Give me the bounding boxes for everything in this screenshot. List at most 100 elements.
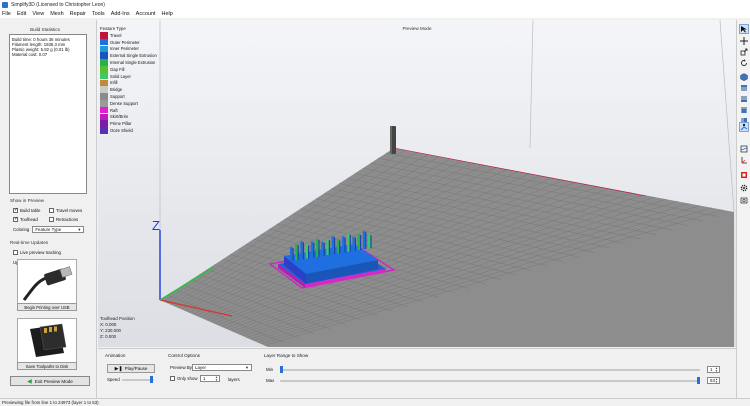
legend-label: Skirt/Brim xyxy=(110,114,129,120)
window-title: Simplify3D (Licensed to Christopher Leon… xyxy=(11,1,105,8)
gear-icon[interactable] xyxy=(739,183,749,193)
build-statistics-box: Build time: 0 hours 36 minutes Filament … xyxy=(9,34,87,194)
speed-slider-thumb[interactable] xyxy=(150,376,154,383)
travel-moves-option[interactable]: Travel moves xyxy=(49,208,82,213)
usb-cable-icon xyxy=(22,266,73,301)
menu-file[interactable]: File xyxy=(2,11,11,17)
legend-swatch xyxy=(100,113,108,121)
view-toolbar xyxy=(736,20,750,398)
exit-preview-label: Exit Preview Mode xyxy=(34,378,73,384)
toolpath-view-icon[interactable] xyxy=(739,122,749,132)
menu-tools[interactable]: Tools xyxy=(92,11,105,17)
max-layer-slider-thumb[interactable] xyxy=(697,377,700,384)
menu-account[interactable]: Account xyxy=(136,11,156,17)
live-preview-option[interactable]: Live preview tracking xyxy=(13,250,61,255)
only-show-input[interactable]: 1 ▲ ▼ xyxy=(200,375,220,382)
only-show-value: 1 xyxy=(203,376,206,381)
travel-moves-checkbox[interactable] xyxy=(49,208,54,213)
play-pause-button[interactable]: ▶❚ Play/Pause xyxy=(107,364,155,373)
legend-swatch xyxy=(100,66,108,73)
play-pause-icon: ▶❚ xyxy=(114,365,123,372)
menu-mesh[interactable]: Mesh xyxy=(50,11,63,17)
view-top-icon[interactable] xyxy=(739,83,749,93)
legend-item: Support xyxy=(100,93,157,100)
preview-viewport[interactable]: Z Preview Mode Feature Type Travel Outer … xyxy=(98,20,736,347)
legend-swatch xyxy=(100,100,108,107)
legend-swatch xyxy=(100,32,108,39)
status-text: Previewing file from line 1 to 24973 (la… xyxy=(2,400,99,405)
legend-item: Dense Support xyxy=(100,100,157,107)
live-preview-checkbox[interactable] xyxy=(13,250,18,255)
spin-arrows-icon: ▲ ▼ xyxy=(715,377,718,384)
toolhead-checkbox[interactable] xyxy=(13,216,18,222)
scale-icon[interactable] xyxy=(739,47,749,57)
legend-item: Bridge xyxy=(100,86,157,94)
min-layer-input[interactable]: 1 ▲ ▼ xyxy=(707,366,720,373)
legend-item: Internal Single Extrusion xyxy=(100,59,157,66)
legend-title: Feature Type xyxy=(100,26,126,31)
max-layer-slider[interactable] xyxy=(280,380,700,382)
max-layer-input[interactable]: 53 ▲ ▼ xyxy=(707,377,720,384)
view-bottom-icon[interactable] xyxy=(739,94,749,104)
legend-label: Solid Layer xyxy=(110,73,131,79)
legend-label: Outer Perimeter xyxy=(110,39,140,45)
menu-addins[interactable]: Add-Ins xyxy=(111,11,130,17)
cross-section-icon[interactable] xyxy=(739,144,749,154)
menu-repair[interactable]: Repair xyxy=(70,11,86,17)
legend-swatch xyxy=(100,52,108,60)
menu-help[interactable]: Help xyxy=(162,11,173,17)
legend-label: Travel xyxy=(110,32,122,38)
preview-by-select[interactable]: Layer ▼ xyxy=(192,364,252,371)
legend-label: Gap Fill xyxy=(110,66,125,72)
begin-printing-usb-button[interactable]: Begin Printing over USB xyxy=(17,303,77,311)
legend-swatch xyxy=(100,93,108,100)
rotate-icon[interactable] xyxy=(739,58,749,68)
left-panel: Build Statistics Build time: 0 hours 36 … xyxy=(0,20,97,398)
legend-swatch xyxy=(100,86,108,94)
toolhead-option[interactable]: Toolhead xyxy=(13,216,38,222)
build-table-checkbox[interactable] xyxy=(13,207,18,213)
control-options-title: Control Options xyxy=(168,353,200,358)
min-layer-slider[interactable] xyxy=(280,369,700,371)
z-axis-label: Z xyxy=(152,218,160,233)
view-front-icon[interactable] xyxy=(739,105,749,115)
menu-edit[interactable]: Edit xyxy=(17,11,26,17)
legend-label: Inner Perimeter xyxy=(110,46,139,52)
save-toolpaths-button[interactable]: Save Toolpaths to Disk xyxy=(17,362,77,370)
back-arrow-icon: ◀ xyxy=(27,378,32,385)
exit-preview-button[interactable]: ◀ Exit Preview Mode xyxy=(10,376,90,386)
travel-moves-label: Travel moves xyxy=(56,208,83,213)
preview-by-label: Preview By xyxy=(170,365,192,370)
spin-arrows-icon: ▲ ▼ xyxy=(715,366,718,373)
sd-card-icon xyxy=(30,323,67,357)
feature-legend: Feature Type Travel Outer Perimeter Inner … xyxy=(100,26,157,134)
min-layer-slider-thumb[interactable] xyxy=(280,366,283,373)
only-show-label: Only show xyxy=(177,376,198,381)
only-show-checkbox[interactable] xyxy=(170,376,175,381)
usb-cable-image[interactable] xyxy=(17,259,77,305)
toolhead-nozzle xyxy=(390,126,396,154)
menu-view[interactable]: View xyxy=(32,11,44,17)
stat-material-cost: Material cost: 0.07 xyxy=(12,52,48,57)
legend-item: Outer Perimeter xyxy=(100,38,157,46)
build-table-option[interactable]: Build table xyxy=(13,207,41,213)
only-show-option[interactable]: Only show xyxy=(170,376,198,381)
axes-icon[interactable] xyxy=(739,155,749,165)
view-iso-icon[interactable] xyxy=(739,72,749,82)
toolhead-z: Z: 0.000 xyxy=(100,334,117,339)
record-icon[interactable] xyxy=(739,170,749,180)
chevron-down-icon: ▼ xyxy=(245,365,249,370)
play-pause-label: Play/Pause xyxy=(124,366,148,371)
toolhead-label: Toolhead xyxy=(20,217,38,222)
retractions-option[interactable]: Retractions xyxy=(49,217,78,222)
sd-card-image[interactable] xyxy=(17,318,77,364)
translate-icon[interactable] xyxy=(739,36,749,46)
screenshot-icon[interactable] xyxy=(739,195,749,205)
retractions-checkbox[interactable] xyxy=(49,217,54,222)
select-cursor-icon[interactable] xyxy=(739,24,749,34)
legend-label: Ooze Shield xyxy=(110,128,133,134)
legend-item: Travel xyxy=(100,32,157,39)
legend-swatch xyxy=(100,120,108,128)
coloring-select[interactable]: Feature Type ▼ xyxy=(32,226,85,233)
live-preview-label: Live preview tracking xyxy=(20,250,61,255)
